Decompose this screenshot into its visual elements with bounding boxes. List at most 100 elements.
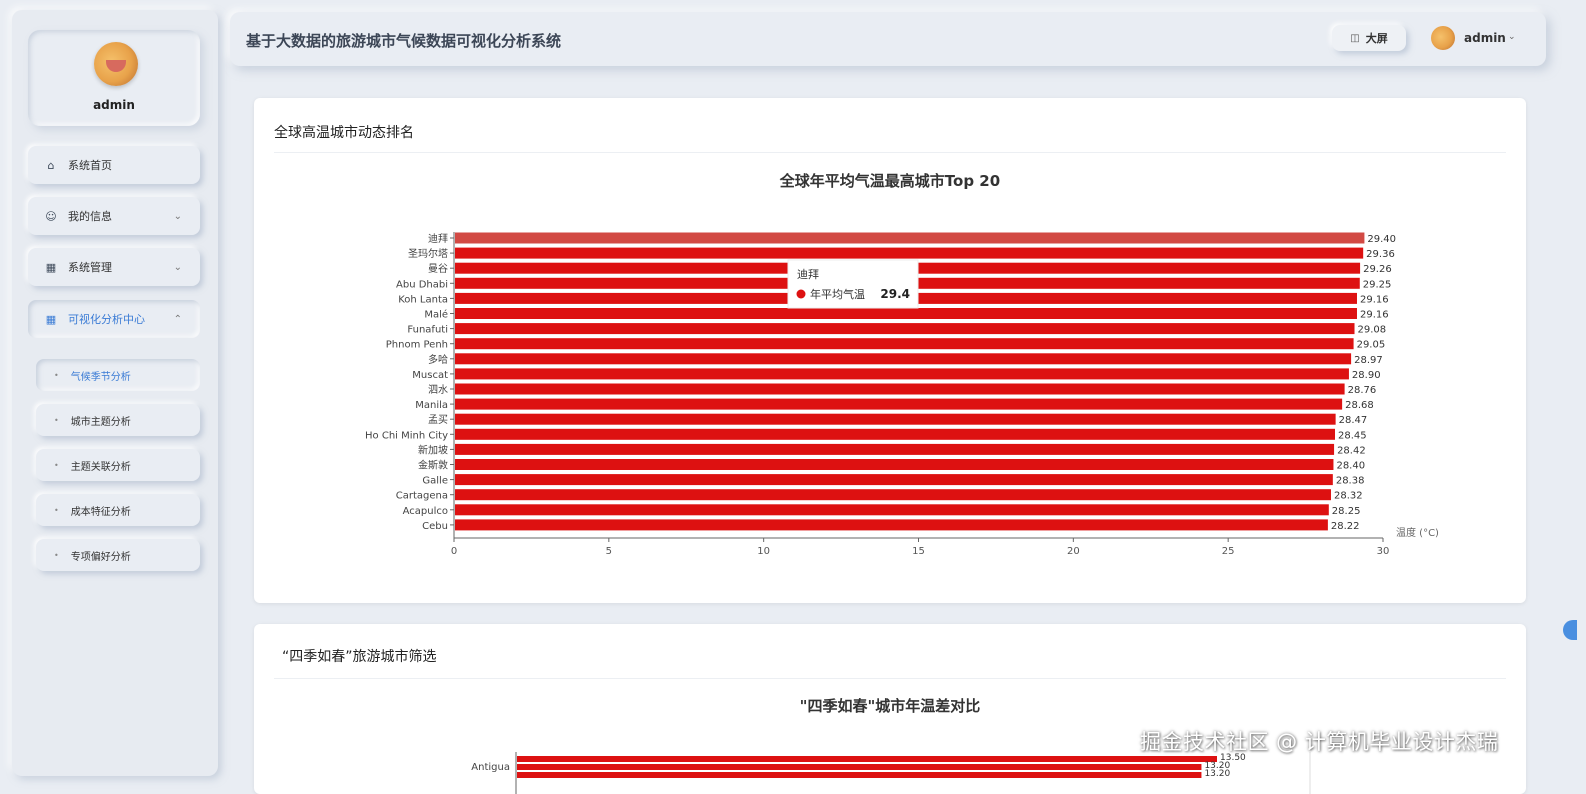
- menu-item-viz-center[interactable]: ▦ 可视化分析中心 ⌃: [28, 300, 200, 338]
- bar[interactable]: [517, 756, 1217, 762]
- tooltip-marker: [796, 289, 806, 299]
- sub-item-cost-feature[interactable]: • 成本特征分析: [36, 494, 200, 526]
- bar[interactable]: [455, 413, 1336, 425]
- menu-item-home-label: 系统首页: [68, 159, 112, 172]
- sub-item-label: 城市主题分析: [70, 416, 131, 428]
- bar[interactable]: [455, 232, 1365, 244]
- category-label: Manila: [415, 400, 448, 411]
- sub-item-climate-season[interactable]: • 气候季节分析: [36, 359, 200, 391]
- sidebar: admin ⌂ 系统首页 ☺ 我的信息 ⌄ ▦ 系统管理 ⌄ ▦ 可视化分析中心…: [12, 10, 218, 776]
- menu-item-home[interactable]: ⌂ 系统首页: [28, 146, 200, 184]
- home-icon: ⌂: [47, 158, 55, 172]
- bar[interactable]: [455, 247, 1364, 259]
- bar[interactable]: [455, 443, 1335, 455]
- monitor-icon: ◫: [1350, 32, 1360, 44]
- bar[interactable]: [455, 338, 1354, 350]
- page-title: 基于大数据的旅游城市气候数据可视化分析系统: [246, 32, 562, 50]
- value-label: 28.22: [1331, 521, 1360, 532]
- value-label: 29.40: [1367, 234, 1396, 245]
- value-label: 13.20: [1204, 769, 1230, 779]
- sub-item-theme-correlation[interactable]: • 主题关联分析: [36, 449, 200, 481]
- chart-tooltip: 迪拜 年平均气温 29.4: [787, 259, 919, 309]
- value-label: 29.36: [1366, 249, 1395, 260]
- value-label: 29.08: [1358, 325, 1387, 336]
- sub-item-city-theme[interactable]: • 城市主题分析: [36, 404, 200, 436]
- category-label: Phnom Penh: [386, 340, 448, 351]
- chevron-down-icon: ⌄: [173, 210, 182, 222]
- header-username[interactable]: admin: [1464, 31, 1506, 45]
- x-tick-label: 0: [451, 546, 457, 557]
- bar[interactable]: [517, 764, 1202, 770]
- value-label: 29.16: [1360, 294, 1389, 305]
- user-avatar[interactable]: [1431, 26, 1455, 50]
- category-label: 迪拜: [428, 233, 448, 245]
- bar[interactable]: [455, 353, 1352, 365]
- value-label: 28.40: [1336, 461, 1365, 472]
- category-label: 曼谷: [428, 263, 448, 275]
- value-label: 28.90: [1352, 370, 1381, 381]
- bar[interactable]: [455, 428, 1336, 440]
- category-label: Abu Dhabi: [396, 279, 448, 290]
- menu-item-viz-center-label: 可视化分析中心: [68, 313, 145, 326]
- x-tick-label: 30: [1377, 546, 1390, 557]
- top20-temperature-chart[interactable]: 全球年平均气温最高城市Top 20 迪拜圣玛尔塔曼谷Abu DhabiKoh L…: [254, 98, 1526, 603]
- value-label: 28.45: [1338, 430, 1367, 441]
- grid-icon: ▦: [45, 260, 57, 274]
- value-label: 28.38: [1336, 476, 1365, 487]
- watermark: 掘金技术社区 @ 计算机毕业设计杰瑞: [1140, 730, 1499, 754]
- spring-city-temp-diff-chart[interactable]: "四季如春"城市年温差对比 13.5013.2013.20Antigua: [254, 624, 1526, 794]
- bar[interactable]: [455, 383, 1345, 395]
- floating-tab[interactable]: [1563, 620, 1577, 640]
- bar[interactable]: [455, 459, 1334, 470]
- category-label: Cartagena: [396, 491, 448, 502]
- profile-card[interactable]: admin: [28, 30, 200, 126]
- category-label: 泗水: [428, 384, 448, 396]
- sub-item-label: 气候季节分析: [70, 371, 131, 383]
- value-label: 29.25: [1363, 279, 1392, 290]
- bar[interactable]: [455, 474, 1333, 486]
- tooltip-series: 年平均气温: [810, 287, 865, 301]
- bar[interactable]: [455, 519, 1328, 531]
- chevron-down-icon[interactable]: ⌄: [1508, 32, 1516, 42]
- bullet-icon: •: [54, 460, 59, 470]
- category-label: 金斯敦: [418, 459, 448, 472]
- chart-title: 全球年平均气温最高城市Top 20: [779, 172, 1000, 190]
- menu-item-my-info[interactable]: ☺ 我的信息 ⌄: [28, 197, 200, 235]
- value-label: 28.97: [1354, 355, 1383, 366]
- profile-name: admin: [93, 98, 135, 112]
- bar[interactable]: [455, 489, 1331, 501]
- user-icon: ☺: [45, 209, 57, 223]
- bigscreen-button[interactable]: ◫ 大屏: [1332, 25, 1406, 51]
- tooltip-city: 迪拜: [797, 268, 819, 281]
- sub-item-label: 成本特征分析: [70, 506, 131, 518]
- x-tick-label: 15: [912, 546, 925, 557]
- bullet-icon: •: [54, 415, 59, 425]
- category-label: 多哈: [428, 353, 448, 366]
- bar[interactable]: [517, 772, 1202, 778]
- bullet-icon: •: [54, 370, 59, 380]
- value-label: 29.05: [1357, 340, 1386, 351]
- category-label: Funafuti: [407, 325, 448, 336]
- x-axis-label: 温度 (°C): [1396, 526, 1439, 539]
- category-label: 孟买: [428, 414, 448, 426]
- value-label: 28.25: [1332, 506, 1361, 517]
- value-label: 28.47: [1339, 415, 1368, 426]
- bar[interactable]: [455, 308, 1357, 319]
- category-label: Malé: [424, 309, 448, 321]
- category-label: Koh Lanta: [398, 294, 448, 305]
- spring-city-filter-card: “四季如春”旅游城市筛选 "四季如春"城市年温差对比 13.50 13.20 13.…: [254, 624, 1526, 794]
- bar[interactable]: [455, 323, 1355, 335]
- avatar[interactable]: [94, 42, 138, 86]
- sub-item-label: 主题关联分析: [70, 461, 131, 473]
- category-label: Antigua: [471, 762, 510, 773]
- menu-item-my-info-label: 我的信息: [68, 210, 112, 223]
- bar[interactable]: [455, 398, 1343, 410]
- chevron-up-icon: ⌃: [173, 313, 182, 325]
- value-label: 28.76: [1348, 385, 1377, 396]
- category-label: 圣玛尔塔: [408, 247, 448, 260]
- bar[interactable]: [455, 504, 1329, 516]
- menu-item-system-mgmt[interactable]: ▦ 系统管理 ⌄: [28, 248, 200, 286]
- bar[interactable]: [455, 368, 1349, 380]
- menu-item-system-mgmt-label: 系统管理: [68, 261, 112, 274]
- sub-item-special-preference[interactable]: • 专项偏好分析: [36, 539, 200, 571]
